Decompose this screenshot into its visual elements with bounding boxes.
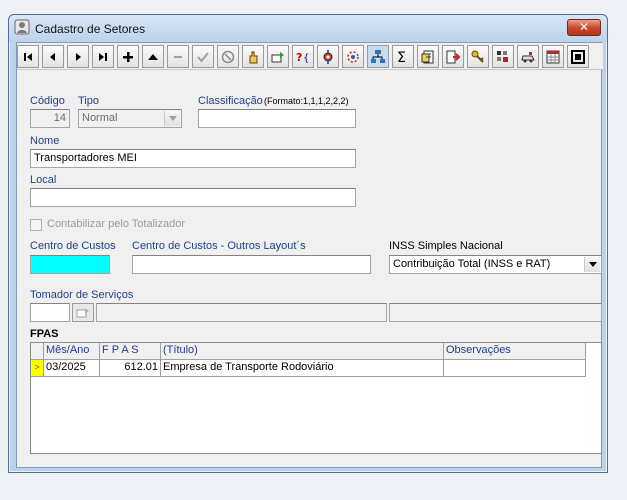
cancel-button[interactable] [217,45,239,68]
codigo-label: Código [30,95,65,107]
svg-text:Σ: Σ [397,50,406,65]
classificacao-format-hint: (Formato:1,1,1,2,2,2) [264,96,349,106]
first-record-button[interactable] [17,45,39,68]
up-triangle-icon [148,53,158,60]
table-cell-observacoes[interactable] [444,360,586,377]
help-icon: ?{} [296,51,311,64]
search-field-icon [271,51,284,62]
calendar-icon [546,50,560,63]
classificacao-input[interactable] [198,109,356,128]
search-button[interactable] [267,45,289,68]
last-record-button[interactable] [92,45,114,68]
inss-value: Contribuição Total (INSS e RAT) [393,258,551,270]
tools-button[interactable] [317,45,339,68]
app-icon [14,19,30,35]
navigator-toolbar: ?{} Σ [17,43,603,70]
table-cell-mes-ano[interactable]: 03/2025 [44,360,100,377]
local-input[interactable] [30,188,356,207]
help-button[interactable]: ?{} [292,45,314,68]
centro-custos-input[interactable] [30,255,110,274]
svg-text:?: ? [296,51,302,64]
column-header-titulo[interactable]: (Título) [161,343,444,360]
chevron-down-icon [168,116,177,121]
cancel-icon [221,50,235,63]
inss-label: INSS Simples Nacional [389,240,503,252]
network-button[interactable] [367,45,389,68]
check-icon [197,51,209,63]
window-title: Cadastro de Setores [35,22,146,36]
tomador-code-input[interactable] [30,303,70,322]
sum-icon: Σ [397,50,406,65]
last-icon [99,52,107,61]
title-bar[interactable]: Cadastro de Setores ✕ [9,15,607,42]
column-header-fpas[interactable]: F P A S [100,343,161,360]
contabilizar-checkbox[interactable] [30,219,42,231]
edit-button[interactable] [167,45,189,68]
nome-label: Nome [30,135,60,147]
column-header-observacoes[interactable]: Observações [444,343,586,360]
key-icon [471,50,484,63]
column-header-mes-ano[interactable]: Mês/Ano [44,343,100,360]
refresh-button[interactable] [242,45,264,68]
svg-text:{}: {} [303,53,311,64]
tomador-lookup-button[interactable] [72,303,94,322]
tomador-doc-field [389,303,602,322]
lookup-icon [76,307,89,317]
exit-button[interactable] [567,45,589,68]
nome-input[interactable]: Transportadores MEI [30,149,356,168]
sum-button[interactable]: Σ [392,45,414,68]
exit-icon [571,49,585,64]
table-cell-fpas[interactable]: 612.01 [100,360,161,377]
centro-custos-label: Centro de Custos [30,240,116,252]
fpas-title: FPAS [30,328,59,340]
form-client-area: ?{} Σ [16,42,603,468]
centro-custos-outros-input[interactable] [132,255,371,274]
minus-icon [174,55,182,58]
prior-record-button[interactable] [42,45,64,68]
codigo-field: 14 [30,109,70,128]
report-button[interactable] [417,45,439,68]
tomador-name-field [96,303,387,322]
post-button[interactable] [192,45,214,68]
first-icon [24,52,32,61]
gear-icon [323,49,333,64]
car-icon [521,51,535,62]
next-icon [76,52,81,61]
hand-icon [249,51,258,63]
contabilizar-label: Contabilizar pelo Totalizador [47,218,185,230]
tipo-combo[interactable]: Normal [78,109,182,128]
wizard-icon [347,50,359,63]
cadastro-setores-window: Cadastro de Setores ✕ ? {Σ Código Tipo … [8,14,608,473]
close-button[interactable]: ✕ [567,19,601,36]
tipo-dropdown-button[interactable] [164,111,180,126]
table-cell-titulo[interactable]: Empresa de Transporte Rodoviário [161,360,444,377]
inss-combo[interactable]: Contribuição Total (INSS e RAT) [389,255,602,274]
wizard-button[interactable] [342,45,364,68]
inss-dropdown-button[interactable] [584,257,600,272]
user-grid-icon [497,50,508,62]
current-row-indicator: > [31,360,44,377]
tipo-label: Tipo [78,95,99,107]
export-button[interactable] [442,45,464,68]
classificacao-label: Classificação [198,95,263,107]
keys-button[interactable] [467,45,489,68]
document-icon [421,50,434,63]
delete-button[interactable] [142,45,164,68]
permissions-button[interactable] [492,45,514,68]
plus-icon [123,51,133,62]
chevron-down-icon [588,262,597,267]
network-icon [371,49,385,63]
tipo-value: Normal [82,112,118,124]
local-label: Local [30,174,57,186]
next-record-button[interactable] [67,45,89,68]
calendar-button[interactable] [542,45,564,68]
grid-corner [31,343,44,360]
tomador-label: Tomador de Serviços [30,289,134,301]
export-icon [446,50,461,63]
prior-icon [50,52,55,61]
fpas-grid[interactable]: Mês/Ano F P A S (Título) Observações > 0… [30,342,602,454]
transfer-button[interactable] [517,45,539,68]
centro-custos-outros-label: Centro de Custos - Outros Layout´s [132,240,306,252]
insert-button[interactable] [117,45,139,68]
